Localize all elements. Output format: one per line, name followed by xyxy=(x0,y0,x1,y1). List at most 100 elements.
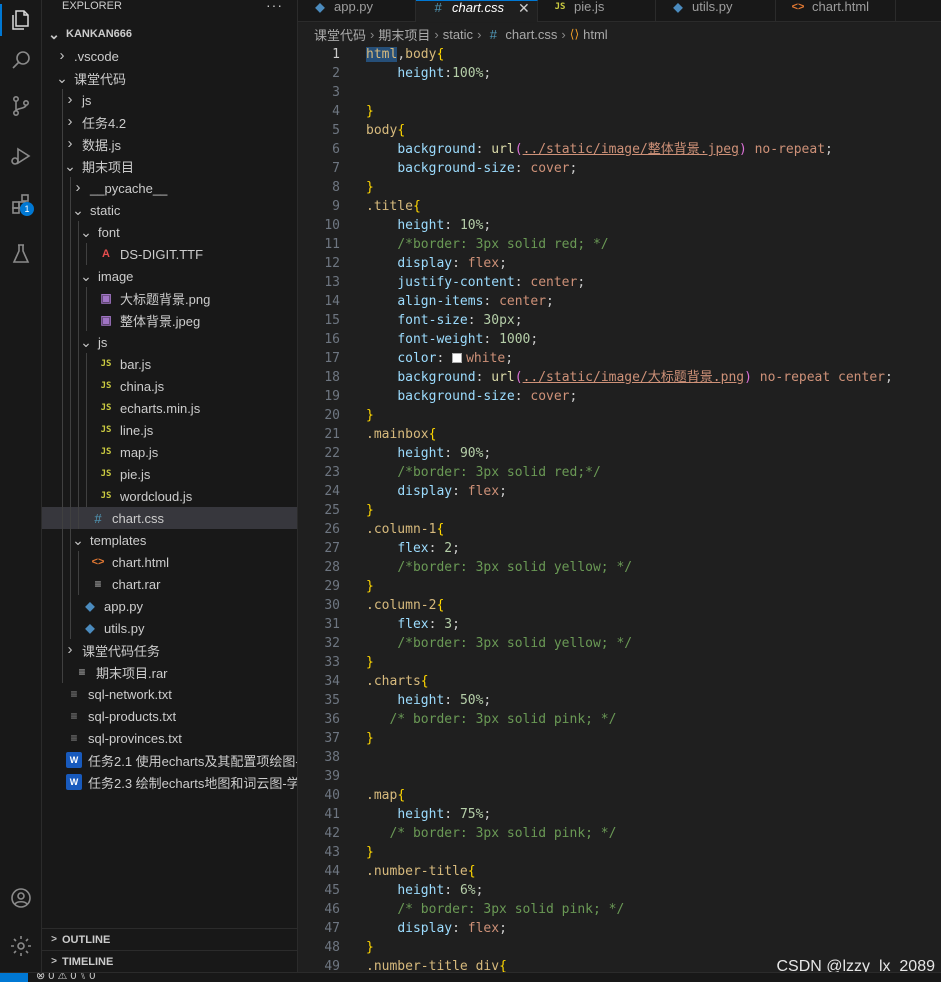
tree-folder[interactable]: › 任务4.2 xyxy=(42,111,297,133)
tab-app-py[interactable]: ◆ app.py xyxy=(298,0,416,22)
timeline-panel-header[interactable]: > TIMELINE xyxy=(42,950,297,972)
color-swatch[interactable] xyxy=(452,353,463,363)
tree-item-label: echarts.min.js xyxy=(120,400,201,416)
tree-file[interactable]: JS line.js xyxy=(42,419,297,441)
tree-file[interactable]: ≡ sql-products.txt xyxy=(42,705,297,727)
line-number: 49 xyxy=(324,959,340,972)
code-text: } xyxy=(366,653,374,672)
tree-file[interactable]: <> chart.html xyxy=(42,551,297,573)
indent-guide xyxy=(70,265,71,287)
tree-folder[interactable]: ⌄ templates xyxy=(42,529,297,551)
search-icon[interactable] xyxy=(0,40,42,80)
source-control-icon[interactable] xyxy=(0,86,42,126)
breadcrumb-item[interactable]: static xyxy=(443,27,473,42)
code-line: 46 /* border: 3px solid pink; */ xyxy=(298,900,941,919)
code-text: .title{ xyxy=(366,197,421,216)
indent-guide xyxy=(70,463,71,485)
tree-file[interactable]: ◆ utils.py xyxy=(42,617,297,639)
tree-folder[interactable]: › js xyxy=(42,89,297,111)
code-token: url xyxy=(491,142,515,157)
code-text: } xyxy=(366,729,374,748)
tree-folder[interactable]: › 课堂代码任务 xyxy=(42,639,297,661)
code-token: ; xyxy=(483,66,492,81)
chevron-down-icon: ⌄ xyxy=(80,268,92,284)
tree-folder[interactable]: ⌄ js xyxy=(42,331,297,353)
chevron-down-icon: ⌄ xyxy=(64,158,76,174)
tree-file[interactable]: ≡ chart.rar xyxy=(42,573,297,595)
more-actions-button[interactable]: ··· xyxy=(266,0,283,12)
outline-panel-header[interactable]: > OUTLINE xyxy=(42,928,297,950)
code-text: color: white; xyxy=(366,349,513,368)
chevron-down-icon: ⌄ xyxy=(48,26,60,42)
testing-flask-icon[interactable] xyxy=(0,234,42,274)
tree-file[interactable]: ≡ 期末项目.rar xyxy=(42,661,297,683)
code-line: 20} xyxy=(298,406,941,425)
tab-chart-html[interactable]: <> chart.html xyxy=(776,0,896,22)
indent-guide xyxy=(62,573,63,595)
tree-item-label: .vscode xyxy=(74,48,119,64)
code-text: display: flex; xyxy=(366,482,507,501)
tree-item-label: 期末项目.rar xyxy=(96,665,168,681)
code-text: .column-1{ xyxy=(366,520,444,539)
tree-file[interactable]: W 任务2.1 使用echarts及其配置项绘图-... xyxy=(42,749,297,771)
tab-chart-css[interactable]: # chart.css ✕ xyxy=(416,0,538,22)
tree-file[interactable]: ▣ 大标题背景.png xyxy=(42,287,297,309)
settings-gear-icon[interactable] xyxy=(0,926,42,966)
tree-file[interactable]: JS pie.js xyxy=(42,463,297,485)
tree-folder[interactable]: ⌄ static xyxy=(42,199,297,221)
tree-folder[interactable]: › 数据.js xyxy=(42,133,297,155)
breadcrumb-item[interactable]: html xyxy=(583,27,608,42)
code-token: : xyxy=(483,332,500,347)
code-token: ; xyxy=(483,807,492,822)
tree-file[interactable]: JS echarts.min.js xyxy=(42,397,297,419)
tree-file[interactable]: JS map.js xyxy=(42,441,297,463)
tree-folder[interactable]: ⌄ image xyxy=(42,265,297,287)
tree-folder[interactable]: › __pycache__ xyxy=(42,177,297,199)
tree-file[interactable]: ▣ 整体背景.jpeg xyxy=(42,309,297,331)
extensions-icon[interactable]: 1 xyxy=(0,184,42,224)
problems-status[interactable]: ⊗ 0 ⚠ 0 ⑊ 0 xyxy=(36,973,95,982)
tree-file[interactable]: JS china.js xyxy=(42,375,297,397)
close-icon[interactable]: ✕ xyxy=(518,1,530,15)
indent-guide xyxy=(62,111,63,133)
indent-guide xyxy=(62,287,63,309)
code-text: height: 90%; xyxy=(366,444,491,463)
code-editor[interactable]: 1 html,body{2 height:100%; 3 4} 5 body{6 back… xyxy=(298,45,941,972)
js-file-icon: JS xyxy=(100,403,112,413)
tree-folder[interactable]: ⌄ 期末项目 xyxy=(42,155,297,177)
tree-folder[interactable]: ⌄ font xyxy=(42,221,297,243)
tree-file[interactable]: ≡ sql-provinces.txt xyxy=(42,727,297,749)
line-number: 30 xyxy=(324,598,340,613)
tree-folder[interactable]: ⌄ KANKAN666 xyxy=(42,23,297,45)
tree-folder[interactable]: › .vscode xyxy=(42,45,297,67)
tree-file[interactable]: # chart.css xyxy=(42,507,297,529)
indent-guide xyxy=(70,199,71,221)
tree-file[interactable]: ◆ app.py xyxy=(42,595,297,617)
code-token: 6% xyxy=(459,883,476,898)
breadcrumb-item[interactable]: 期末项目 xyxy=(378,25,430,44)
breadcrumb-item[interactable]: chart.css xyxy=(505,27,557,42)
code-line: 8} xyxy=(298,178,941,197)
tab-pie-js[interactable]: JS pie.js xyxy=(538,0,656,22)
code-token: body xyxy=(405,47,437,62)
tree-folder[interactable]: ⌄ 课堂代码 xyxy=(42,67,297,89)
chevron-down-icon: ⌄ xyxy=(80,334,92,350)
code-text: align-items: center; xyxy=(366,292,554,311)
code-text: .column-2{ xyxy=(366,596,444,615)
explorer-icon[interactable] xyxy=(0,0,42,40)
tree-file[interactable]: A DS-DIGIT.TTF xyxy=(42,243,297,265)
code-token: { xyxy=(467,864,476,879)
tree-file[interactable]: JS wordcloud.js xyxy=(42,485,297,507)
account-icon[interactable] xyxy=(0,878,42,918)
breadcrumb-item[interactable]: 课堂代码 xyxy=(314,25,366,44)
remote-indicator[interactable] xyxy=(0,973,28,982)
tree-file[interactable]: ≡ sql-network.txt xyxy=(42,683,297,705)
code-token: /*border: 3px solid red; */ xyxy=(397,237,609,252)
run-debug-icon[interactable] xyxy=(0,136,42,176)
tab-utils-py[interactable]: ◆ utils.py xyxy=(656,0,776,22)
code-token: height xyxy=(397,218,445,233)
image-file-icon: ▣ xyxy=(100,291,112,305)
tree-file[interactable]: W 任务2.3 绘制echarts地图和词云图-学... xyxy=(42,771,297,793)
code-token: height xyxy=(397,446,445,461)
tree-file[interactable]: JS bar.js xyxy=(42,353,297,375)
